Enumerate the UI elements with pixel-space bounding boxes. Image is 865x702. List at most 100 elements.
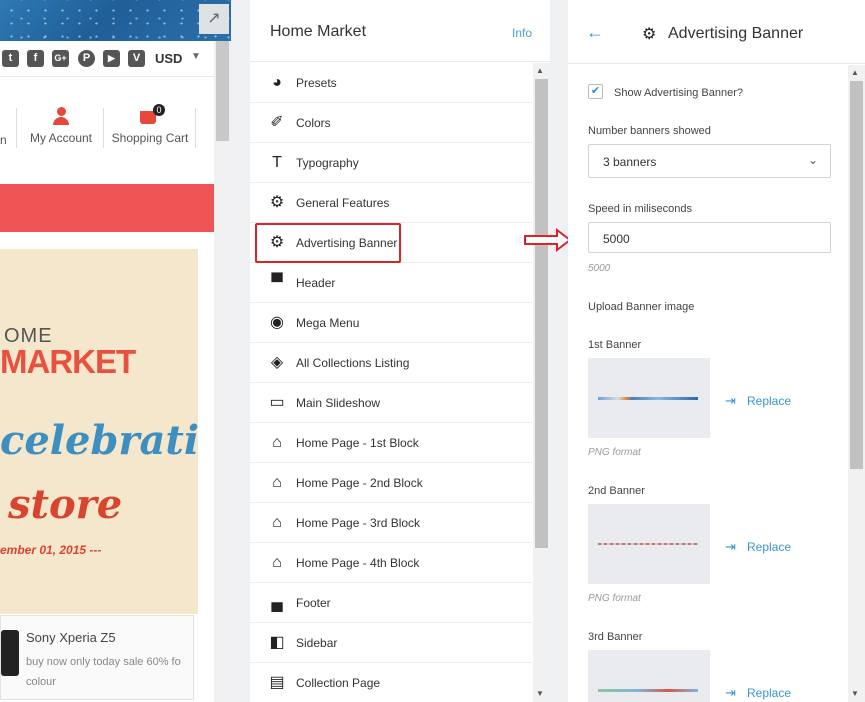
currency-select[interactable]: USD bbox=[155, 51, 182, 66]
menu-item-label: All Collections Listing bbox=[296, 356, 410, 370]
menu-item-advertising-banner[interactable]: ⚙ Advertising Banner bbox=[250, 223, 532, 263]
num-banners-select[interactable]: 3 banners ⌄ bbox=[588, 144, 831, 178]
menu-item-main-slideshow[interactable]: ▭ Main Slideshow bbox=[250, 383, 532, 423]
preview-top-strip bbox=[0, 0, 231, 41]
gear-icon: ⚙ bbox=[269, 194, 285, 211]
gear-icon: ⚙ bbox=[642, 26, 657, 43]
banner-3-replace[interactable]: ⇥ Replace bbox=[725, 685, 791, 701]
num-banners-label: Number banners showed bbox=[588, 125, 711, 137]
info-link[interactable]: Info bbox=[512, 26, 532, 40]
red-arrow-icon bbox=[524, 227, 572, 253]
menu-item-label: Home Page - 2nd Block bbox=[296, 476, 423, 490]
promo-desc: buy now only today sale 60% fo colour bbox=[26, 656, 181, 688]
speed-input[interactable]: 5000 bbox=[588, 222, 831, 253]
preview-scrollbar[interactable] bbox=[214, 41, 231, 702]
menu-item-typography[interactable]: T Typography bbox=[250, 143, 532, 183]
palette-icon: ◕ bbox=[272, 74, 282, 91]
show-banner-checkbox[interactable]: ✔ bbox=[588, 84, 603, 99]
menu-item-collection-page[interactable]: ▤ Collection Page bbox=[250, 663, 532, 702]
home-icon: ⌂ bbox=[272, 474, 282, 491]
theme-settings-menu: Home Market Info ◕ Presets ✐ Colors T Typogra… bbox=[250, 0, 550, 702]
menu-item-label: Colors bbox=[296, 116, 331, 130]
scrollbar-thumb[interactable] bbox=[535, 79, 548, 548]
banner-3-label: 3rd Banner bbox=[588, 631, 643, 643]
home-icon: ⌂ bbox=[272, 554, 282, 571]
menu-item-label: General Features bbox=[296, 196, 390, 210]
menu-item-presets[interactable]: ◕ Presets bbox=[250, 63, 532, 103]
sidebar-icon: ◧ bbox=[269, 634, 285, 651]
speed-label: Speed in miliseconds bbox=[588, 203, 692, 215]
settings-header: ← ⚙ Advertising Banner bbox=[568, 0, 865, 64]
menu-item-home-page-1st-block[interactable]: ⌂ Home Page - 1st Block bbox=[250, 423, 532, 463]
menu-item-home-page-2nd-block[interactable]: ⌂ Home Page - 2nd Block bbox=[250, 463, 532, 503]
menu-item-colors[interactable]: ✐ Colors bbox=[250, 103, 532, 143]
scroll-down-icon[interactable]: ▼ bbox=[851, 689, 859, 698]
speed-hint: 5000 bbox=[588, 263, 611, 274]
menu-item-header[interactable]: ▀ Header bbox=[250, 263, 532, 303]
back-arrow-icon[interactable]: ← bbox=[586, 22, 604, 43]
facebook-icon[interactable]: f bbox=[27, 50, 44, 67]
menu-item-footer[interactable]: ▄ Footer bbox=[250, 583, 532, 623]
banner-3-thumbnail bbox=[588, 650, 710, 702]
home-icon: ⌂ bbox=[272, 434, 282, 451]
menu-item-all-collections-listing[interactable]: ◈ All Collections Listing bbox=[250, 343, 532, 383]
menu-item-label: Sidebar bbox=[296, 636, 338, 650]
promo-card[interactable]: Sony Xperia Z5 buy now only today sale 6… bbox=[0, 615, 194, 700]
show-banner-label[interactable]: Show Advertising Banner? bbox=[614, 87, 743, 99]
youtube-icon[interactable]: ▶ bbox=[103, 50, 120, 67]
menu-item-mega-menu[interactable]: ◉ Mega Menu bbox=[250, 303, 532, 343]
settings-body: ✔ Show Advertising Banner? Number banner… bbox=[568, 65, 848, 702]
menu-item-label: Footer bbox=[296, 596, 331, 610]
speed-value: 5000 bbox=[603, 232, 630, 246]
upload-label: Upload Banner image bbox=[588, 301, 695, 313]
preview-banner[interactable]: OME MARKET celebration store ember 01, 2… bbox=[0, 249, 198, 614]
divider bbox=[195, 108, 196, 148]
user-icon bbox=[53, 107, 69, 125]
google-plus-icon[interactable]: G+ bbox=[52, 50, 69, 67]
scrollbar-thumb[interactable] bbox=[850, 81, 863, 469]
menu-item-home-page-3rd-block[interactable]: ⌂ Home Page - 3rd Block bbox=[250, 503, 532, 543]
cart-count-badge: 0 bbox=[153, 104, 165, 116]
theme-title: Home Market bbox=[270, 23, 367, 40]
menu-item-label: Mega Menu bbox=[296, 316, 360, 330]
banner-2-format: PNG format bbox=[588, 593, 641, 604]
store-preview: ↗ t f G+ P ▶ V USD ▼ n My Account 0 Shop… bbox=[0, 0, 231, 702]
replace-icon: ⇥ bbox=[725, 393, 736, 408]
settings-title: Advertising Banner bbox=[668, 25, 804, 42]
replace-icon: ⇥ bbox=[725, 685, 736, 700]
banner-1-format: PNG format bbox=[588, 447, 641, 458]
my-account-label: My Account bbox=[29, 131, 93, 145]
menu-item-label: Collection Page bbox=[296, 676, 381, 690]
shopping-cart-link[interactable]: 0 Shopping Cart bbox=[110, 104, 190, 145]
expand-icon[interactable]: ↗ bbox=[199, 4, 229, 34]
banner-1-replace[interactable]: ⇥ Replace bbox=[725, 393, 791, 409]
divider bbox=[16, 108, 17, 148]
my-account-link[interactable]: My Account bbox=[26, 107, 96, 145]
menu-item-general-features[interactable]: ⚙ General Features bbox=[250, 183, 532, 223]
vimeo-icon[interactable]: V bbox=[128, 50, 145, 67]
banner-line-2: MARKET bbox=[0, 343, 136, 380]
account-partial[interactable]: n bbox=[0, 133, 7, 147]
twitter-icon[interactable]: t bbox=[2, 50, 19, 67]
home-icon: ⌂ bbox=[272, 514, 282, 531]
scroll-down-icon[interactable]: ▼ bbox=[536, 689, 544, 698]
cart-icon: 0 bbox=[139, 104, 165, 125]
desktop-icon: ▭ bbox=[269, 394, 285, 411]
shopping-cart-label: Shopping Cart bbox=[111, 131, 189, 145]
menu-item-home-page-4th-block[interactable]: ⌂ Home Page - 4th Block bbox=[250, 543, 532, 583]
settings-scrollbar[interactable]: ▲ ▼ bbox=[848, 65, 865, 702]
banner-2-thumbnail bbox=[588, 504, 710, 584]
menu-item-label: Typography bbox=[296, 156, 359, 170]
pinterest-icon[interactable]: P bbox=[78, 50, 95, 67]
replace-icon: ⇥ bbox=[725, 539, 736, 554]
menu-item-sidebar[interactable]: ◧ Sidebar bbox=[250, 623, 532, 663]
scroll-up-icon[interactable]: ▲ bbox=[851, 68, 859, 77]
gear-icon: ⚙ bbox=[269, 234, 285, 251]
scroll-up-icon[interactable]: ▲ bbox=[536, 66, 544, 75]
menu-scrollbar[interactable]: ▲ ▼ bbox=[533, 63, 550, 702]
banner-1-thumbnail bbox=[588, 358, 710, 438]
preview-nav-bar bbox=[0, 184, 214, 232]
menu-item-label: Header bbox=[296, 276, 336, 290]
scrollbar-thumb[interactable] bbox=[216, 41, 229, 141]
banner-2-replace[interactable]: ⇥ Replace bbox=[725, 539, 791, 555]
